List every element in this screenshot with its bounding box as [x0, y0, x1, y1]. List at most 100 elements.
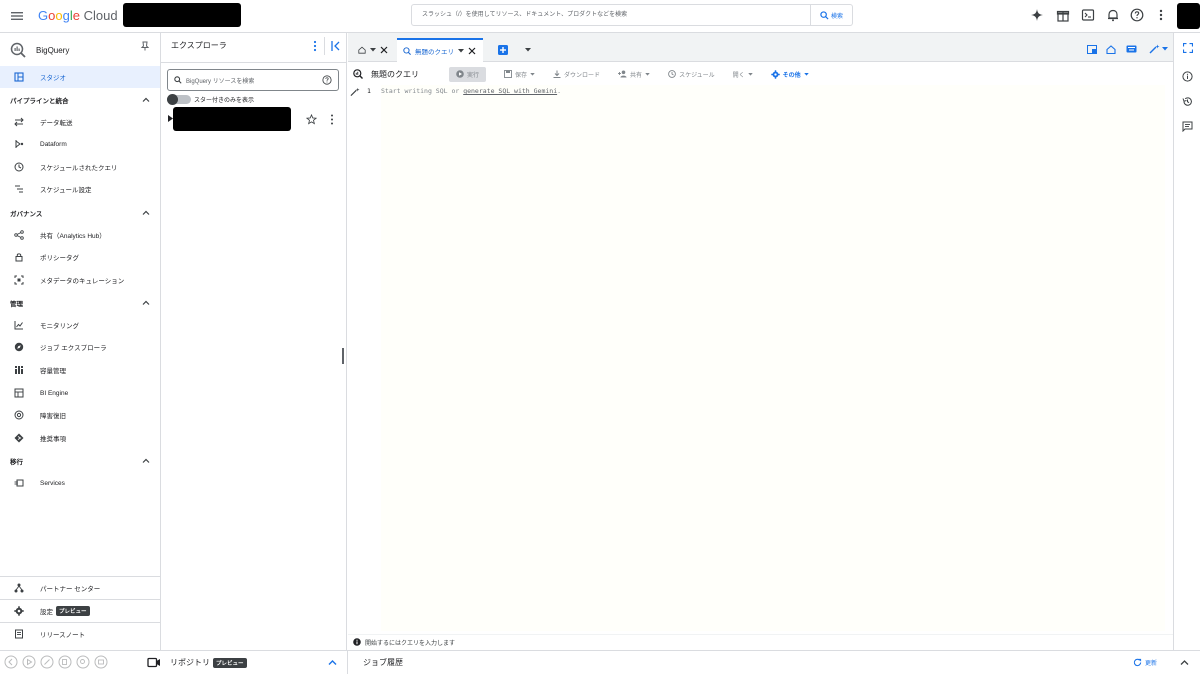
previous-icon[interactable] — [4, 655, 18, 669]
nav-item-analytics-hub[interactable]: 共有（Analytics Hub） — [0, 224, 160, 246]
save-button[interactable]: 保存 — [504, 70, 535, 79]
nav-item-capacity[interactable]: 容量管理 — [0, 359, 160, 381]
close-icon[interactable] — [468, 47, 476, 55]
panel-resize-handle[interactable] — [342, 348, 344, 364]
nav-item-data-transfer[interactable]: データ転送 — [0, 111, 160, 133]
nav-item-metadata-curation[interactable]: メタデータのキュレーション — [0, 269, 160, 291]
nav-section-pipeline[interactable]: パイプラインと統合 — [10, 93, 150, 107]
download-label: ダウンロード — [564, 72, 601, 79]
job-history-label[interactable]: ジョブ履歴 — [363, 657, 403, 668]
more-button[interactable]: その他 — [770, 69, 809, 79]
starred-only-label: スター付きのみを表示 — [194, 98, 255, 104]
nav-item-monitoring[interactable]: モニタリング — [0, 314, 160, 336]
code-placeholder: Start writing SQL or generate SQL with G… — [381, 87, 561, 95]
format-icon[interactable] — [94, 655, 108, 669]
comment-icon[interactable] — [1182, 121, 1193, 132]
video-camera-icon[interactable] — [147, 657, 161, 668]
share-button[interactable]: 共有 — [618, 70, 650, 79]
product-header[interactable]: BigQuery — [10, 38, 160, 62]
explorer-search-input[interactable]: BigQuery リソースを検索 — [167, 69, 339, 91]
gemini-sparkle-icon[interactable] — [1030, 8, 1044, 22]
run-button[interactable]: 実行 — [449, 66, 487, 82]
refresh-button[interactable]: 更新 — [1133, 658, 1157, 667]
new-tab-plus-icon[interactable] — [498, 45, 508, 55]
nav-label: データ転送 — [40, 120, 73, 127]
nav-item-policy-tags[interactable]: ポリシータグ — [0, 246, 160, 268]
info-outline-icon[interactable] — [1182, 71, 1193, 82]
edit-icon[interactable] — [40, 655, 54, 669]
nav-item-dataform[interactable]: Dataform — [0, 133, 160, 155]
gear-icon — [770, 69, 780, 79]
more-vert-icon[interactable] — [312, 40, 318, 52]
tab-home[interactable] — [352, 38, 394, 62]
editor-gutter: 1 — [348, 85, 381, 631]
cloud-shell-icon[interactable] — [1081, 8, 1095, 22]
generate-sql-gemini-link[interactable]: generate SQL with Gemini — [463, 87, 557, 95]
nav-item-partner-center[interactable]: パートナー センター — [0, 577, 160, 599]
help-icon[interactable] — [322, 75, 332, 85]
nav-item-release-notes[interactable]: リリースノート — [0, 623, 160, 645]
nav-item-jobs-explorer[interactable]: ジョブ エクスプローラ — [0, 336, 160, 358]
tab-strip: 無題のクエリ — [348, 33, 1173, 62]
more-options-icon[interactable] — [1154, 8, 1168, 22]
play-circle-icon[interactable] — [22, 655, 36, 669]
nav-item-studio[interactable]: スタジオ — [0, 66, 160, 88]
nav-item-schedule-settings[interactable]: スケジュール設定 — [0, 178, 160, 200]
copy-icon[interactable] — [58, 655, 72, 669]
nav-item-scheduled-queries[interactable]: スケジュールされたクエリ — [0, 156, 160, 178]
schedule-button[interactable]: スケジュール — [668, 70, 715, 79]
nav-section-admin[interactable]: 管理 — [10, 296, 150, 310]
split-tab-icon[interactable] — [1087, 45, 1097, 54]
google-cloud-logo[interactable]: Google Cloud — [38, 8, 118, 23]
gemini-assist-icon[interactable] — [350, 87, 360, 97]
query-editor-icon — [353, 69, 363, 79]
close-icon[interactable] — [380, 46, 388, 54]
notifications-bell-icon[interactable] — [1106, 8, 1120, 22]
fullscreen-icon[interactable] — [1183, 43, 1193, 53]
repository-panel-header[interactable]: リポジトリ プレビュー — [170, 657, 247, 668]
nav-label: Dataform — [40, 140, 67, 148]
nav-label: 推奨事項 — [40, 436, 66, 443]
home-tab-icon[interactable] — [1106, 45, 1116, 54]
project-picker-redacted[interactable] — [123, 3, 241, 27]
code-background — [381, 85, 1165, 631]
history-icon[interactable] — [1182, 96, 1193, 107]
nav-item-disaster-recovery[interactable]: 障害復旧 — [0, 404, 160, 426]
collapse-panel-icon[interactable] — [331, 40, 341, 52]
tab-untitled-query[interactable]: 無題のクエリ — [397, 38, 483, 62]
chevron-up-icon[interactable] — [328, 659, 337, 666]
bigquery-logo-icon — [10, 42, 26, 58]
starred-only-toggle[interactable] — [167, 94, 191, 105]
explorer-panel: エクスプローラ BigQuery リソースを検索 スター付きのみを表示 — [161, 33, 347, 674]
nav-label: リリースノート — [40, 632, 86, 639]
editor-tool-buttons — [4, 655, 108, 669]
star-icon[interactable] — [306, 114, 317, 125]
sql-editor[interactable]: 1 Start writing SQL or generate SQL with… — [348, 85, 1165, 631]
keyboard-icon[interactable] — [1126, 45, 1137, 53]
hamburger-menu-icon[interactable] — [10, 9, 24, 23]
account-avatar-redacted[interactable] — [1177, 3, 1200, 29]
search-button[interactable]: 検索 — [811, 4, 853, 26]
download-button[interactable]: ダウンロード — [553, 70, 600, 79]
help-icon[interactable] — [1130, 8, 1144, 22]
gift-icon[interactable] — [1056, 8, 1070, 22]
tab-list-dropdown-icon[interactable] — [525, 48, 531, 52]
open-button[interactable]: 開く — [733, 70, 753, 79]
nav-item-bi-engine[interactable]: BI Engine — [0, 382, 160, 404]
expand-chevron-icon[interactable] — [1180, 659, 1189, 666]
project-node-redacted[interactable] — [173, 107, 291, 131]
section-label: 管理 — [10, 301, 23, 308]
zoom-icon[interactable] — [76, 655, 90, 669]
nav-label: 共有（Analytics Hub） — [40, 233, 106, 240]
pin-icon[interactable] — [140, 41, 150, 51]
section-label: ガバナンス — [10, 211, 43, 218]
global-search-input[interactable]: スラッシュ（/）を使用してリソース、ドキュメント、プロダクトなどを検索 — [411, 4, 811, 26]
assist-wand-dropdown[interactable] — [1149, 44, 1168, 54]
nav-section-migration[interactable]: 移行 — [10, 454, 150, 468]
nav-item-recommendations[interactable]: 推奨事項 — [0, 427, 160, 449]
nav-item-settings[interactable]: 設定 プレビュー — [0, 600, 160, 622]
section-label: 移行 — [10, 459, 23, 466]
nav-item-services[interactable]: Services — [0, 472, 160, 494]
nav-section-governance[interactable]: ガバナンス — [10, 206, 150, 220]
node-more-icon[interactable] — [330, 114, 334, 125]
